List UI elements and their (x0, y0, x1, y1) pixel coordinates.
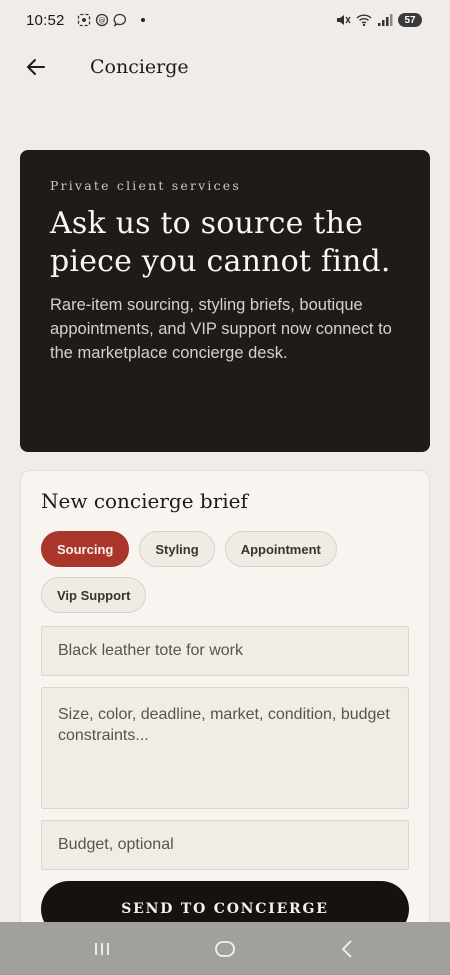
chip-appointment[interactable]: Appointment (224, 531, 337, 567)
hero-kicker: Private client services (50, 178, 241, 193)
mute-icon (337, 15, 351, 25)
battery-icon: 57 (398, 13, 422, 27)
notification-icons: @ (77, 13, 127, 27)
home-icon[interactable] (213, 937, 237, 961)
request-type-chips: Sourcing Styling Appointment Vip Support (41, 531, 371, 613)
hero-body: Rare-item sourcing, styling briefs, bout… (50, 296, 392, 362)
back-button[interactable] (20, 51, 52, 83)
messenger-icon (113, 13, 126, 27)
chip-styling[interactable]: Styling (139, 531, 215, 567)
arrow-left-icon (27, 59, 45, 75)
threads-icon: @ (95, 13, 108, 27)
hero-card: Private client services Ask us to source… (20, 150, 430, 452)
budget-input[interactable]: Budget, optional (41, 820, 409, 870)
chip-sourcing[interactable]: Sourcing (41, 531, 130, 567)
wifi-icon (356, 14, 372, 27)
details-textarea[interactable]: Size, color, deadline, market, condition… (41, 687, 409, 809)
screenshot-icon (77, 13, 90, 27)
form-title: New concierge brief (41, 489, 248, 513)
recent-apps-icon[interactable] (90, 937, 114, 961)
page-title: Concierge (90, 56, 189, 78)
more-notifications-dot (140, 18, 145, 22)
status-right: 57 (335, 13, 422, 27)
concierge-brief-form: New concierge brief Sourcing Styling App… (20, 470, 430, 975)
details-textarea-placeholder: Size, color, deadline, market, condition… (58, 706, 390, 744)
app-bar: Concierge (0, 40, 450, 94)
chip-vip-support[interactable]: Vip Support (41, 577, 147, 613)
hero-title: Ask us to source the piece you cannot fi… (50, 206, 391, 279)
budget-input-placeholder: Budget, optional (58, 836, 174, 853)
status-left: 10:52 @ (26, 12, 145, 29)
status-bar: 10:52 @ 57 (0, 0, 450, 40)
item-input-placeholder: Black leather tote for work (58, 642, 243, 659)
status-time: 10:52 (26, 11, 65, 29)
signal-icon (378, 14, 393, 26)
system-nav-bar (0, 922, 450, 975)
svg-text:@: @ (98, 17, 105, 25)
item-input[interactable]: Black leather tote for work (41, 626, 409, 676)
back-nav-icon[interactable] (336, 937, 360, 961)
